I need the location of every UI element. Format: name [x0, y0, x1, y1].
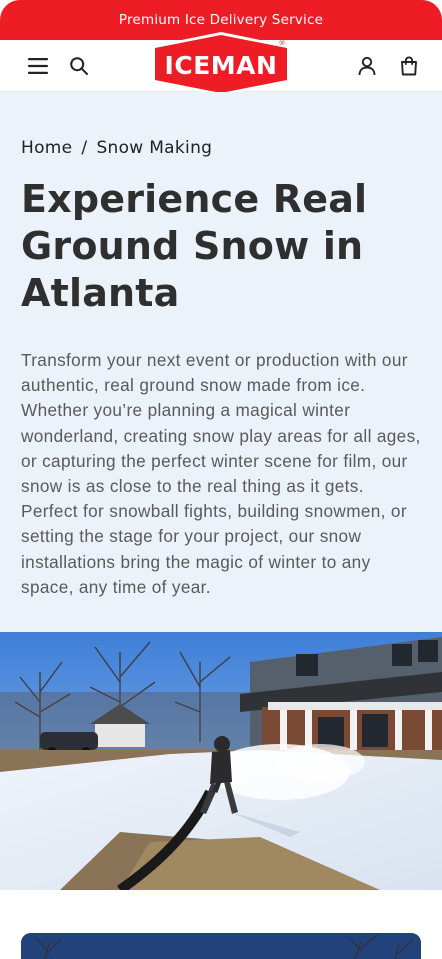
- menu-icon: [28, 58, 48, 74]
- search-button[interactable]: [65, 52, 93, 80]
- breadcrumb-separator: /: [81, 138, 88, 158]
- snow-making-photo: [0, 632, 442, 890]
- breadcrumb: Home / Snow Making: [21, 138, 212, 158]
- cart-button[interactable]: [395, 52, 423, 80]
- announcement-text: Premium Ice Delivery Service: [118, 12, 324, 28]
- site-header: ICEMAN ®: [0, 32, 442, 96]
- account-icon: [358, 56, 376, 76]
- hero-description: Transform your next event or production …: [21, 350, 421, 597]
- hero-section: Home / Snow Making Experience Real Groun…: [0, 92, 442, 632]
- menu-button[interactable]: [24, 52, 52, 80]
- iceman-logo[interactable]: ICEMAN ®: [150, 32, 292, 96]
- search-icon: [70, 57, 88, 75]
- svg-text:ICEMAN: ICEMAN: [165, 51, 278, 80]
- breadcrumb-home-link[interactable]: Home: [21, 138, 72, 158]
- account-button[interactable]: [353, 52, 381, 80]
- breadcrumb-current: Snow Making: [96, 138, 213, 158]
- page-title: Experience Real Ground Snow in Atlanta: [21, 177, 368, 315]
- shopping-bag-icon: [401, 56, 417, 76]
- next-section-image: [21, 933, 421, 959]
- svg-text:®: ®: [279, 39, 286, 47]
